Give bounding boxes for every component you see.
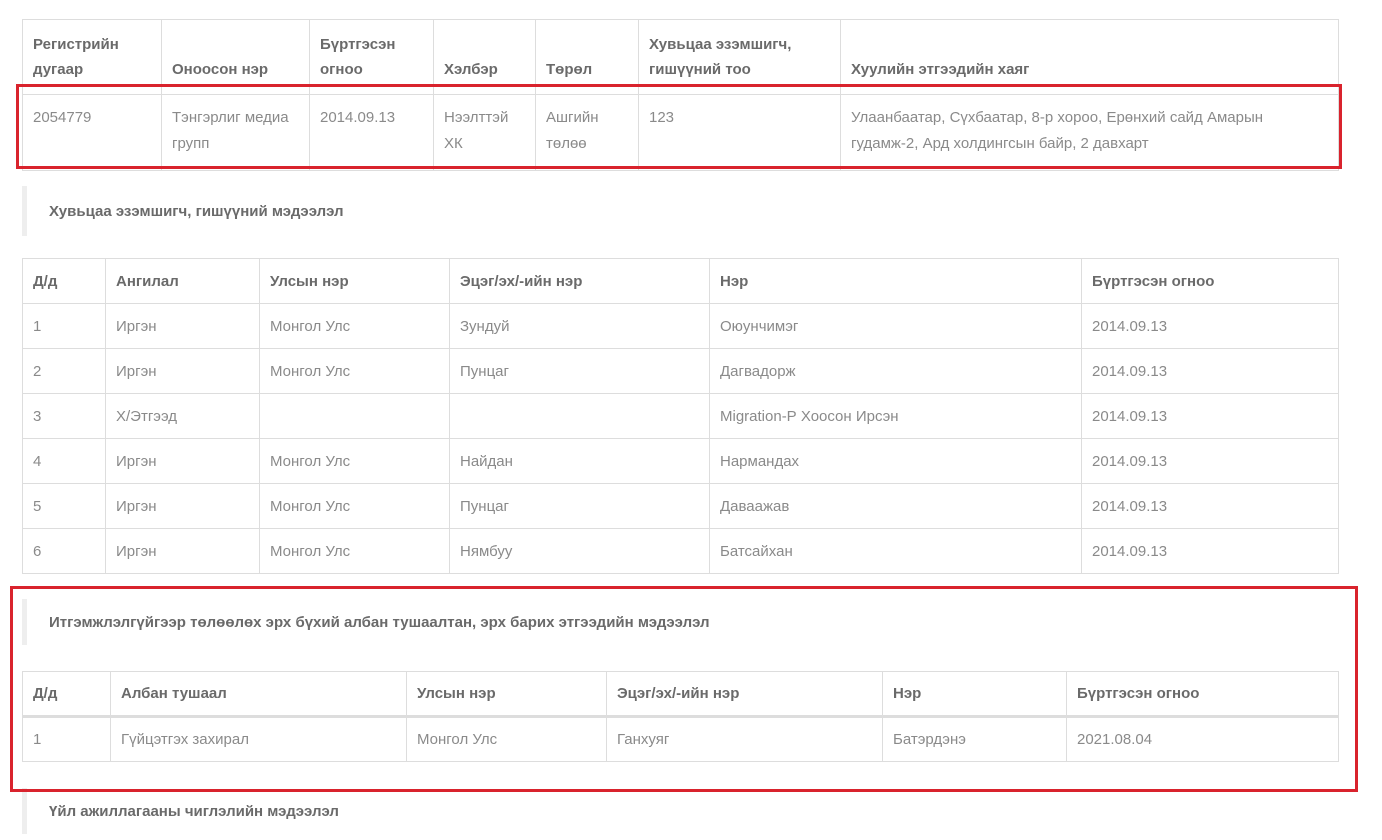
table-row: 5 Иргэн Монгол Улс Пунцаг Даваажав 2014.… [22,483,1339,529]
company-address: Улаанбаатар, Сүхбаатар, 8-р хороо, Ерөнх… [840,94,1339,171]
col-header-registered-date: Бүртгэсэн огноо [1081,258,1339,304]
row-name: Батэрдэнэ [882,716,1067,762]
col-header-country: Улсын нэр [259,258,450,304]
row-registered-date: 2014.09.13 [1081,528,1339,574]
company-header-row: Регистрийн дугаар Оноосон нэр Бүртгэсэн … [22,19,1339,95]
shareholders-header-row: Д/д Ангилал Улсын нэр Эцэг/эх/-ийн нэр Н… [22,258,1339,304]
row-parent-name: Найдан [449,438,710,484]
row-index: 1 [22,303,106,349]
row-category: Иргэн [105,528,260,574]
table-row: 4 Иргэн Монгол Улс Найдан Нармандах 2014… [22,438,1339,484]
row-country: Монгол Улс [406,716,607,762]
row-index: 6 [22,528,106,574]
col-header-company-name: Оноосон нэр [161,19,310,95]
col-header-category: Ангилал [105,258,260,304]
row-country: Монгол Улс [259,348,450,394]
table-row: 1 Иргэн Монгол Улс Зундуй Оюунчимэг 2014… [22,303,1339,349]
activity-section-heading: Үйл ажиллагааны чиглэлийн мэдээлэл [22,788,339,834]
row-parent-name: Пунцаг [449,483,710,529]
row-parent-name: Пунцаг [449,348,710,394]
row-category: Х/Этгээд [105,393,260,439]
row-registered-date: 2021.08.04 [1066,716,1339,762]
table-row: 1 Гүйцэтгэх захирал Монгол Улс Ганхуяг Б… [22,716,1339,762]
row-name: Оюунчимэг [709,303,1082,349]
authority-header-row: Д/д Албан тушаал Улсын нэр Эцэг/эх/-ийн … [22,671,1339,717]
row-name: Даваажав [709,483,1082,529]
row-category: Иргэн [105,438,260,484]
col-header-type: Төрөл [535,19,639,95]
company-name: Тэнгэрлиг медиа групп [161,94,310,171]
row-index: 5 [22,483,106,529]
row-registered-date: 2014.09.13 [1081,483,1339,529]
col-header-registration-number: Регистрийн дугаар [22,19,162,95]
row-registered-date: 2014.09.13 [1081,303,1339,349]
row-position: Гүйцэтгэх захирал [110,716,407,762]
company-data-row: 2054779 Тэнгэрлиг медиа групп 2014.09.13… [22,94,1339,171]
authority-table: Д/д Албан тушаал Улсын нэр Эцэг/эх/-ийн … [22,671,1339,762]
row-category: Иргэн [105,303,260,349]
col-header-parent-name: Эцэг/эх/-ийн нэр [606,671,883,717]
row-parent-name: Зундуй [449,303,710,349]
col-header-index: Д/д [22,258,106,304]
row-registered-date: 2014.09.13 [1081,348,1339,394]
row-name: Дагвадорж [709,348,1082,394]
row-name: Нармандах [709,438,1082,484]
row-name: Батсайхан [709,528,1082,574]
table-row: 2 Иргэн Монгол Улс Пунцаг Дагвадорж 2014… [22,348,1339,394]
row-country [259,393,450,439]
company-info-table: Регистрийн дугаар Оноосон нэр Бүртгэсэн … [22,19,1339,171]
row-index: 2 [22,348,106,394]
col-header-registered-date: Бүртгэсэн огноо [309,19,434,95]
col-header-position: Албан тушаал [110,671,407,717]
row-country: Монгол Улс [259,528,450,574]
col-header-registered-date: Бүртгэсэн огноо [1066,671,1339,717]
shareholders-section-heading: Хувьцаа эзэмшигч, гишүүний мэдээлэл [22,186,344,236]
row-country: Монгол Улс [259,438,450,484]
row-registered-date: 2014.09.13 [1081,438,1339,484]
col-header-parent-name: Эцэг/эх/-ийн нэр [449,258,710,304]
row-parent-name: Ганхуяг [606,716,883,762]
table-row: 6 Иргэн Монгол Улс Нямбуу Батсайхан 2014… [22,528,1339,574]
shareholder-count: 123 [638,94,841,171]
row-name: Migration-Р Хоосон Ирсэн [709,393,1082,439]
row-index: 1 [22,716,111,762]
row-parent-name [449,393,710,439]
row-country: Монгол Улс [259,303,450,349]
col-header-shareholder-count: Хувьцаа эзэмшигч, гишүүний тоо [638,19,841,95]
registration-number: 2054779 [22,94,162,171]
row-index: 4 [22,438,106,484]
shareholders-table: Д/д Ангилал Улсын нэр Эцэг/эх/-ийн нэр Н… [22,258,1339,574]
col-header-form: Хэлбэр [433,19,536,95]
row-index: 3 [22,393,106,439]
authority-section-heading: Итгэмжлэлгүйгээр төлөөлөх эрх бүхий алба… [22,599,710,645]
company-type: Ашгийн төлөө [535,94,639,171]
row-category: Иргэн [105,348,260,394]
company-form: Нээлттэй ХК [433,94,536,171]
row-country: Монгол Улс [259,483,450,529]
registered-date: 2014.09.13 [309,94,434,171]
row-registered-date: 2014.09.13 [1081,393,1339,439]
row-parent-name: Нямбуу [449,528,710,574]
col-header-index: Д/д [22,671,111,717]
col-header-address: Хуулийн этгээдийн хаяг [840,19,1339,95]
col-header-name: Нэр [882,671,1067,717]
col-header-name: Нэр [709,258,1082,304]
col-header-country: Улсын нэр [406,671,607,717]
row-category: Иргэн [105,483,260,529]
table-row: 3 Х/Этгээд Migration-Р Хоосон Ирсэн 2014… [22,393,1339,439]
